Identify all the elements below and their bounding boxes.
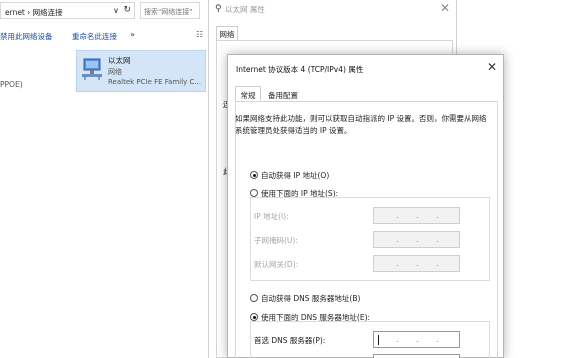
network-icon: ⚲ bbox=[215, 4, 222, 14]
radio-label: 自动获得 DNS 服务器地址(B) bbox=[261, 294, 361, 303]
close-icon[interactable]: ✕ bbox=[487, 60, 497, 74]
address-bar[interactable]: ernet › 网络连接 ∨ ↻ bbox=[0, 2, 135, 19]
ip-address-input[interactable]: ... bbox=[373, 207, 460, 224]
search-input[interactable]: 搜索"网络连接" bbox=[140, 2, 200, 19]
rename-connection-button[interactable]: 重命名此连接 bbox=[72, 31, 117, 42]
chevron-down-icon[interactable]: ∨ bbox=[113, 6, 119, 15]
disable-device-button[interactable]: 禁用此网络设备 bbox=[0, 31, 53, 42]
subnet-mask-label: 子网掩码(U): bbox=[254, 236, 298, 245]
view-options-icon[interactable]: ☷ bbox=[196, 30, 203, 39]
radio-unselected-icon bbox=[250, 189, 258, 197]
adapter-status: 网络 bbox=[108, 68, 122, 76]
address-text: ernet › 网络连接 bbox=[5, 8, 63, 17]
ipv4-properties-dialog: Internet 协议版本 4 (TCP/IPv4) 属性 ✕ 常规 备用配置 … bbox=[227, 54, 504, 358]
tab-general[interactable]: 常规 bbox=[235, 86, 261, 101]
ethernet-adapter-item[interactable]: 以太网 网络 Realtek PCIe FE Family C... bbox=[76, 50, 206, 92]
command-bar: 禁用此网络设备 重命名此连接 » ☷ bbox=[0, 28, 208, 42]
explorer-window: ernet › 网络连接 ∨ ↻ 搜索"网络连接" 禁用此网络设备 重命名此连接… bbox=[0, 0, 208, 358]
more-commands-icon[interactable]: » bbox=[130, 30, 135, 39]
network-adapter-icon bbox=[82, 58, 102, 80]
subnet-mask-input[interactable]: ... bbox=[373, 231, 460, 248]
tab-alternate-configuration[interactable]: 备用配置 bbox=[265, 88, 301, 101]
dialog-title: Internet 协议版本 4 (TCP/IPv4) 属性 bbox=[236, 65, 364, 74]
default-gateway-label: 默认网关(D): bbox=[254, 260, 299, 269]
preferred-dns-label: 首选 DNS 服务器(P): bbox=[254, 336, 326, 345]
default-gateway-input[interactable]: ... bbox=[373, 255, 460, 272]
alternate-dns-input[interactable] bbox=[373, 354, 460, 358]
close-icon[interactable]: ✕ bbox=[440, 1, 450, 15]
preferred-dns-input[interactable]: ... bbox=[373, 331, 460, 348]
refresh-icon[interactable]: ↻ bbox=[123, 5, 131, 15]
connection-item-pppoe[interactable]: PPOE) bbox=[0, 80, 23, 89]
description-text: 如果网络支持此功能，则可以获取自动指派的 IP 设置。否则，你需要从网络系统管理… bbox=[235, 114, 487, 135]
text-cursor bbox=[378, 335, 379, 345]
radio-label: 自动获得 IP 地址(O) bbox=[261, 171, 330, 180]
obtain-dns-auto-radio[interactable]: 自动获得 DNS 服务器地址(B) bbox=[250, 293, 360, 304]
radio-selected-icon bbox=[250, 313, 258, 321]
radio-unselected-icon bbox=[250, 294, 258, 302]
obtain-ip-auto-radio[interactable]: 自动获得 IP 地址(O) bbox=[250, 170, 329, 181]
adapter-device: Realtek PCIe FE Family C... bbox=[108, 78, 202, 86]
adapter-name: 以太网 bbox=[108, 56, 131, 65]
radio-selected-icon bbox=[250, 171, 258, 179]
tab-networking[interactable]: 网络 bbox=[216, 26, 238, 40]
dialog-title: 以太网 属性 bbox=[225, 5, 265, 14]
ip-address-label: IP 地址(I): bbox=[254, 212, 289, 221]
